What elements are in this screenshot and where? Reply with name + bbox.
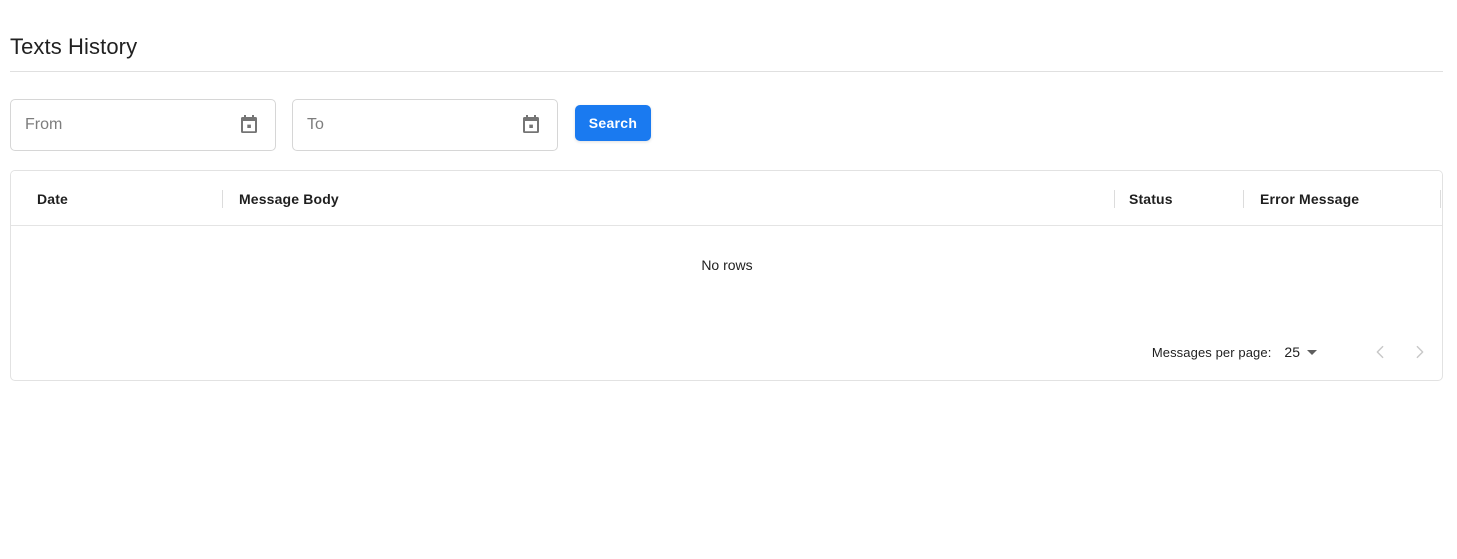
column-separator[interactable] bbox=[1440, 190, 1441, 208]
rows-per-page-label: Messages per page: bbox=[1151, 344, 1272, 360]
page-title: Texts History bbox=[10, 34, 138, 59]
column-header-status[interactable]: Status bbox=[1129, 171, 1173, 226]
column-separator[interactable] bbox=[222, 190, 223, 208]
texts-history-table: Date Message Body Status Error Message N… bbox=[10, 170, 1443, 381]
title-divider bbox=[10, 71, 1443, 72]
calendar-icon[interactable] bbox=[237, 113, 261, 137]
column-header-message-body[interactable]: Message Body bbox=[239, 171, 339, 226]
chevron-down-icon bbox=[1307, 349, 1317, 355]
pagination-bar: Messages per page: 25 bbox=[1152, 332, 1440, 372]
search-button[interactable]: Search bbox=[575, 105, 651, 141]
rows-per-page-select[interactable]: 25 bbox=[1284, 344, 1317, 360]
rows-per-page-value: 25 bbox=[1284, 344, 1300, 360]
column-header-error-message[interactable]: Error Message bbox=[1260, 171, 1359, 226]
table-body: No rows Messages per page: 25 bbox=[11, 226, 1442, 380]
to-date-field[interactable]: To bbox=[292, 99, 558, 151]
from-date-field[interactable]: From bbox=[10, 99, 276, 151]
table-header-row: Date Message Body Status Error Message bbox=[11, 171, 1442, 226]
previous-page-button[interactable] bbox=[1360, 332, 1400, 372]
empty-state-message: No rows bbox=[701, 257, 753, 273]
texts-history-page: Texts History From To Search Date Messag… bbox=[0, 0, 1457, 559]
chevron-left-icon bbox=[1376, 345, 1384, 359]
chevron-right-icon bbox=[1416, 345, 1424, 359]
from-date-input[interactable]: From bbox=[11, 115, 237, 135]
calendar-icon[interactable] bbox=[519, 113, 543, 137]
next-page-button[interactable] bbox=[1400, 332, 1440, 372]
column-separator[interactable] bbox=[1243, 190, 1244, 208]
to-date-input[interactable]: To bbox=[293, 115, 519, 135]
column-separator[interactable] bbox=[1114, 190, 1115, 208]
column-header-date[interactable]: Date bbox=[37, 171, 68, 226]
filter-bar: From To Search bbox=[10, 99, 651, 151]
